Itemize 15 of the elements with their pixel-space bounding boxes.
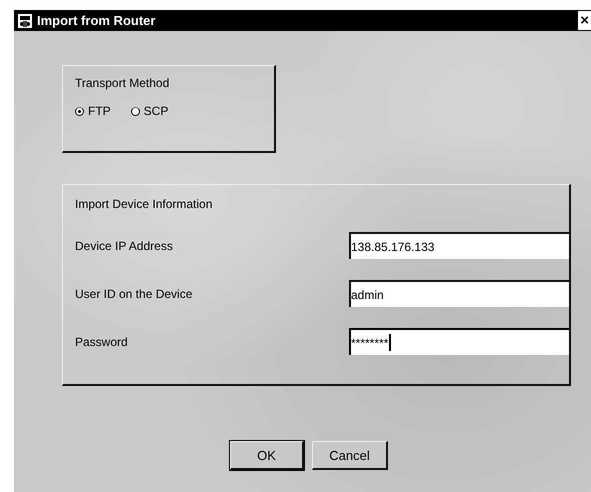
window-title: Import from Router (37, 13, 156, 28)
close-button[interactable]: × (578, 11, 591, 30)
field-label: Password (75, 334, 128, 348)
ok-button[interactable]: OK (230, 441, 304, 470)
radio-option[interactable]: FTP (75, 104, 111, 118)
input-field[interactable]: 138.85.176.133 (349, 232, 569, 259)
panel-title: Import Device Information (75, 197, 214, 211)
radio-option[interactable]: SCP (130, 104, 168, 118)
panel-title: Transport Method (75, 76, 170, 90)
field-label: User ID on the Device (75, 286, 192, 300)
cancel-button[interactable]: Cancel (312, 441, 388, 470)
app-icon (17, 12, 33, 28)
input-field[interactable]: admin (349, 280, 569, 307)
field-label: Device IP Address (75, 238, 173, 252)
input-field[interactable]: ******** (349, 328, 569, 355)
